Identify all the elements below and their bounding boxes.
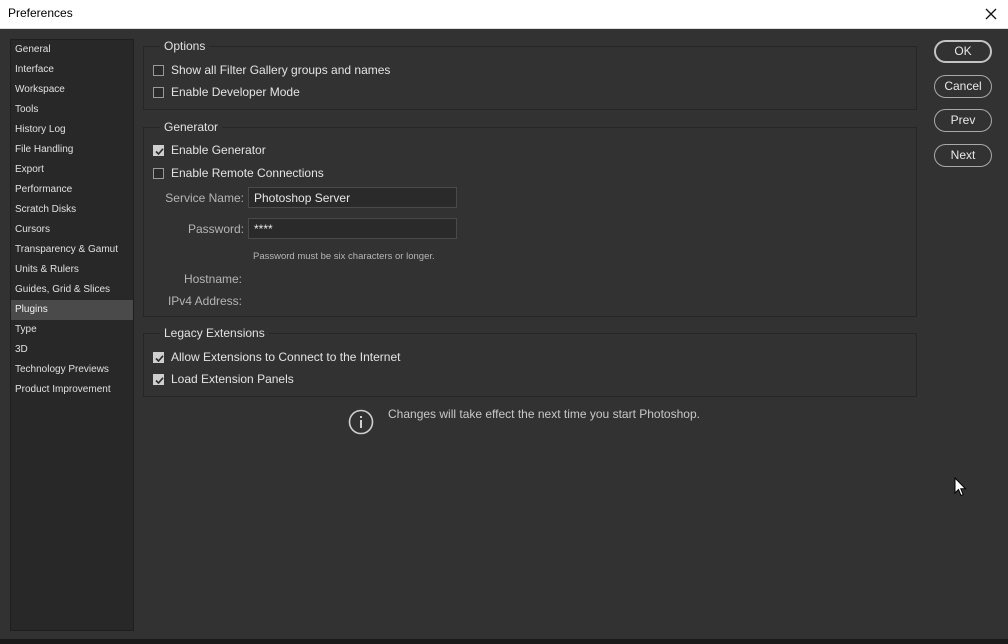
- checkbox-label: Show all Filter Gallery groups and names: [171, 63, 391, 77]
- sidebar-item-type[interactable]: Type: [11, 320, 133, 340]
- load-panels-checkbox[interactable]: Load Extension Panels: [153, 370, 294, 388]
- title-bar: Preferences: [0, 0, 1008, 29]
- legacy-extensions-group: Legacy Extensions Allow Extensions to Co…: [143, 325, 917, 397]
- password-hint: Password must be six characters or longe…: [253, 251, 435, 262]
- service-name-label: Service Name:: [165, 191, 244, 205]
- sidebar-item-transparency-gamut[interactable]: Transparency & Gamut: [11, 240, 133, 260]
- developer-mode-checkbox[interactable]: Enable Developer Mode: [153, 83, 300, 101]
- password-input[interactable]: [248, 218, 457, 239]
- close-icon[interactable]: [980, 3, 1002, 25]
- checkbox-label: Enable Remote Connections: [171, 166, 324, 180]
- cancel-button[interactable]: Cancel: [934, 75, 992, 98]
- hostname-label: Hostname:: [183, 272, 242, 286]
- prev-button[interactable]: Prev: [934, 109, 992, 132]
- service-name-input[interactable]: [248, 187, 457, 208]
- checkbox-box[interactable]: [153, 144, 164, 156]
- ok-button[interactable]: OK: [934, 40, 992, 63]
- sidebar-item-technology-previews[interactable]: Technology Previews: [11, 360, 133, 380]
- sidebar-item-scratch-disks[interactable]: Scratch Disks: [11, 200, 133, 220]
- password-label: Password:: [187, 222, 244, 236]
- next-button[interactable]: Next: [934, 144, 992, 167]
- ipv4-address-label: IPv4 Address:: [167, 294, 242, 308]
- bottom-edge: [0, 639, 1008, 644]
- sidebar-item-plugins[interactable]: Plugins: [11, 300, 133, 320]
- mouse-pointer-icon: [954, 476, 967, 497]
- checkbox-box[interactable]: [153, 64, 164, 76]
- checkbox-box[interactable]: [153, 351, 164, 363]
- sidebar-item-interface[interactable]: Interface: [11, 60, 133, 80]
- allow-internet-checkbox[interactable]: Allow Extensions to Connect to the Inter…: [153, 348, 400, 366]
- sidebar-item-workspace[interactable]: Workspace: [11, 80, 133, 100]
- generator-legend: Generator: [160, 119, 223, 135]
- preferences-sidebar: General Interface Workspace Tools Histor…: [10, 39, 134, 631]
- checkbox-label: Allow Extensions to Connect to the Inter…: [171, 350, 401, 364]
- sidebar-item-cursors[interactable]: Cursors: [11, 220, 133, 240]
- options-group: Options Show all Filter Gallery groups a…: [143, 38, 917, 110]
- checkbox-box[interactable]: [153, 373, 164, 385]
- checkbox-label: Enable Developer Mode: [171, 85, 300, 99]
- checkmark-icon: [155, 147, 164, 155]
- show-filter-gallery-checkbox[interactable]: Show all Filter Gallery groups and names: [153, 61, 390, 79]
- remote-connections-checkbox[interactable]: Enable Remote Connections: [153, 164, 324, 182]
- dialog-body: General Interface Workspace Tools Histor…: [0, 29, 1008, 639]
- window-title: Preferences: [8, 6, 73, 20]
- sidebar-item-product-improvement[interactable]: Product Improvement: [11, 380, 133, 400]
- sidebar-item-history-log[interactable]: History Log: [11, 120, 133, 140]
- checkmark-icon: [155, 354, 164, 362]
- sidebar-item-guides-grid-slices[interactable]: Guides, Grid & Slices: [11, 280, 133, 300]
- sidebar-item-performance[interactable]: Performance: [11, 180, 133, 200]
- checkmark-icon: [155, 376, 164, 384]
- checkbox-box[interactable]: [153, 86, 164, 98]
- sidebar-item-general[interactable]: General: [11, 40, 133, 60]
- sidebar-item-export[interactable]: Export: [11, 160, 133, 180]
- checkbox-label: Load Extension Panels: [171, 372, 294, 386]
- legacy-extensions-legend: Legacy Extensions: [160, 325, 269, 341]
- sidebar-item-units-rulers[interactable]: Units & Rulers: [11, 260, 133, 280]
- sidebar-item-tools[interactable]: Tools: [11, 100, 133, 120]
- restart-notice: Changes will take effect the next time y…: [388, 407, 700, 421]
- info-icon: [348, 409, 374, 435]
- options-legend: Options: [160, 38, 210, 54]
- checkbox-label: Enable Generator: [171, 143, 266, 157]
- enable-generator-checkbox[interactable]: Enable Generator: [153, 141, 266, 159]
- checkbox-box[interactable]: [153, 167, 164, 179]
- sidebar-item-file-handling[interactable]: File Handling: [11, 140, 133, 160]
- generator-group: Generator Enable Generator Enable Remote…: [143, 119, 917, 317]
- sidebar-item-3d[interactable]: 3D: [11, 340, 133, 360]
